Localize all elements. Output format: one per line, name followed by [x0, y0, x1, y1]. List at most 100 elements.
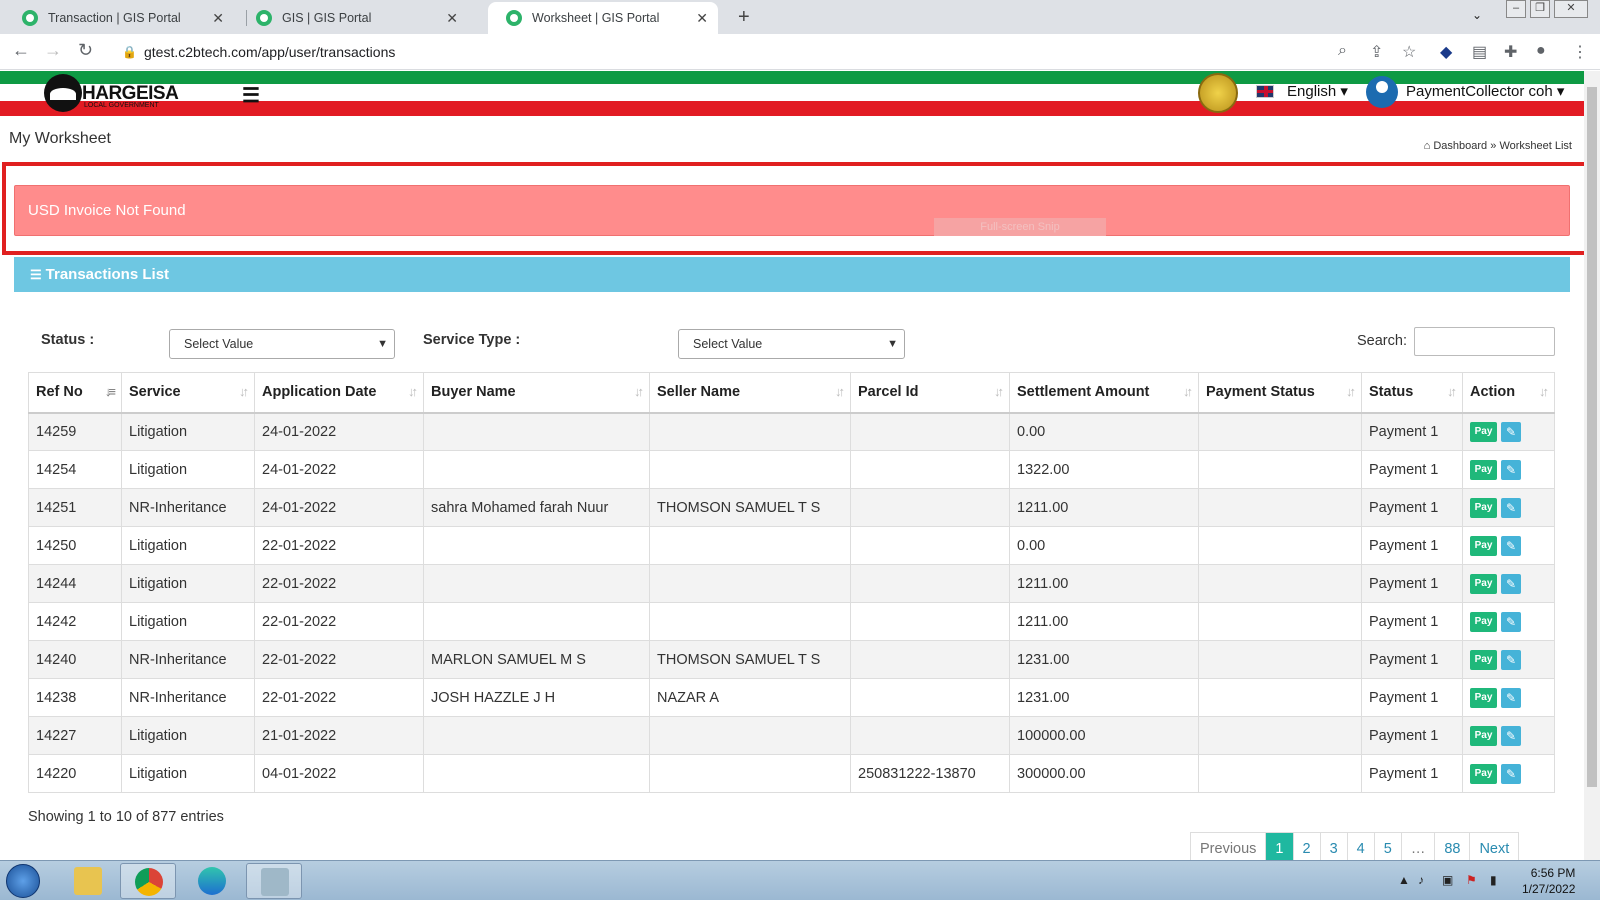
table-cell [423, 716, 650, 755]
column-header[interactable]: Service ↓↑ [121, 372, 255, 414]
close-tab-icon[interactable]: ✕ [696, 2, 708, 34]
edit-icon[interactable]: ✎ [1501, 459, 1521, 480]
page-scrollbar[interactable] [1584, 71, 1600, 860]
column-header[interactable]: Status ↓↑ [1361, 372, 1463, 414]
share-icon[interactable]: ⇪ [1370, 42, 1383, 62]
tray-expand-icon[interactable]: ▲ [1398, 873, 1410, 887]
sort-icon[interactable]: ↓↑ [408, 384, 418, 399]
sort-icon[interactable]: ↓↑ [1346, 384, 1356, 399]
taskbar-file-explorer[interactable] [60, 863, 116, 899]
edit-icon[interactable]: ✎ [1501, 725, 1521, 746]
pay-button[interactable]: Pay [1470, 725, 1497, 746]
close-tab-icon[interactable]: ✕ [446, 2, 458, 34]
minimize-window-icon[interactable]: – [1506, 0, 1526, 18]
portal-favicon-icon [506, 10, 522, 26]
table-cell: Payment 1 [1361, 450, 1463, 489]
edit-icon[interactable]: ✎ [1501, 535, 1521, 556]
action-center-icon[interactable]: ⚑ [1466, 873, 1477, 887]
sort-icon[interactable]: ↓↑ [1447, 384, 1457, 399]
table-cell: JOSH HAZZLE J H [423, 678, 650, 717]
column-header[interactable]: Parcel Id ↓↑ [850, 372, 1010, 414]
taskbar-snipping-tool[interactable] [246, 863, 302, 899]
extension-shield-icon[interactable]: ◆ [1440, 42, 1452, 62]
reload-icon[interactable]: ↻ [78, 40, 93, 61]
column-header[interactable]: Buyer Name ↓↑ [423, 372, 650, 414]
edit-icon[interactable]: ✎ [1501, 687, 1521, 708]
tab-search-chevron-icon[interactable]: ⌄ [1472, 8, 1482, 22]
sort-icon[interactable]: ↓↑ [835, 384, 845, 399]
zoom-icon[interactable]: ⌕ [1338, 42, 1347, 60]
user-avatar[interactable] [1366, 76, 1398, 108]
action-cell: Pay ✎ [1462, 450, 1555, 489]
edit-icon[interactable]: ✎ [1501, 421, 1521, 442]
column-header[interactable]: Ref No ↓≡ [28, 372, 122, 414]
network-icon[interactable]: ▣ [1442, 873, 1453, 887]
pay-button[interactable]: Pay [1470, 611, 1497, 632]
pay-button[interactable]: Pay [1470, 459, 1497, 480]
edit-icon[interactable]: ✎ [1501, 649, 1521, 670]
pay-button[interactable]: Pay [1470, 649, 1497, 670]
close-tab-icon[interactable]: ✕ [212, 2, 224, 34]
bookmark-star-icon[interactable]: ☆ [1402, 42, 1416, 62]
tab-title: Transaction | GIS Portal [48, 11, 181, 25]
snipping-tool-icon [261, 868, 289, 896]
extensions-puzzle-icon[interactable]: ✚ [1504, 42, 1517, 62]
volume-icon[interactable]: ♪ [1418, 873, 1424, 887]
forward-arrow-icon[interactable]: → [44, 40, 62, 61]
taskbar-chrome[interactable] [120, 863, 176, 899]
sort-icon[interactable]: ↓↑ [994, 384, 1004, 399]
status-filter-select[interactable]: Select Value ▼ [169, 329, 395, 359]
menu-dots-icon[interactable]: ⋮ [1572, 42, 1588, 62]
table-cell [1198, 564, 1362, 603]
table-cell [423, 526, 650, 565]
edit-icon[interactable]: ✎ [1501, 573, 1521, 594]
pay-button[interactable]: Pay [1470, 497, 1497, 518]
restore-window-icon[interactable]: ❐ [1530, 0, 1550, 18]
table-cell: 14250 [28, 526, 122, 565]
pay-button[interactable]: Pay [1470, 421, 1497, 442]
service-type-filter-select[interactable]: Select Value ▼ [678, 329, 905, 359]
pay-button[interactable]: Pay [1470, 535, 1497, 556]
table-cell [850, 412, 1010, 451]
sort-icon[interactable]: ↓↑ [634, 384, 644, 399]
breadcrumb-dashboard-link[interactable]: Dashboard [1433, 140, 1487, 152]
sort-icon[interactable]: ↓↑ [1539, 384, 1549, 399]
pay-button[interactable]: Pay [1470, 687, 1497, 708]
column-header[interactable]: Payment Status ↓↑ [1198, 372, 1362, 414]
windows-taskbar: ▲ ♪ ▣ ⚑ ▮ 6:56 PM 1/27/2022 [0, 860, 1600, 900]
sort-icon[interactable]: ↓↑ [1183, 384, 1193, 399]
close-window-icon[interactable]: ✕ [1554, 0, 1588, 18]
extension-clipboard-icon[interactable]: ▤ [1472, 42, 1487, 62]
pay-button[interactable]: Pay [1470, 763, 1497, 784]
edit-icon[interactable]: ✎ [1501, 611, 1521, 632]
sort-icon[interactable]: ↓↑ [239, 384, 249, 399]
edit-icon[interactable]: ✎ [1501, 497, 1521, 518]
browser-tab-active[interactable]: Worksheet | GIS Portal ✕ [488, 2, 718, 34]
column-header[interactable]: Application Date ↓↑ [254, 372, 424, 414]
edit-icon[interactable]: ✎ [1501, 763, 1521, 784]
hamburger-menu-icon[interactable]: ☰ [242, 83, 260, 108]
start-button-icon[interactable] [6, 864, 40, 898]
address-bar[interactable]: 🔒 gtest.c2btech.com/app/user/transaction… [116, 38, 1426, 66]
column-header[interactable]: Seller Name ↓↑ [649, 372, 851, 414]
sort-icon[interactable]: ↓≡ [105, 384, 116, 399]
taskbar-edge[interactable] [184, 863, 240, 899]
search-input[interactable] [1414, 327, 1555, 356]
table-body: 14259 Litigation 24-01-2022 0.00 Payment 1 Pa… [28, 412, 1555, 793]
table-cell [850, 450, 1010, 489]
profile-icon[interactable]: ● [1536, 42, 1546, 60]
new-tab-button[interactable]: + [738, 2, 750, 32]
back-arrow-icon[interactable]: ← [12, 40, 30, 61]
column-header[interactable]: Action ↓↑ [1462, 372, 1555, 414]
pay-button[interactable]: Pay [1470, 573, 1497, 594]
scrollbar-thumb[interactable] [1587, 87, 1597, 787]
hargeisa-logo-icon[interactable] [44, 74, 82, 112]
signal-icon[interactable]: ▮ [1490, 873, 1497, 887]
taskbar-clock[interactable]: 6:56 PM 1/27/2022 [1522, 865, 1575, 897]
browser-tab[interactable]: Transaction | GIS Portal ✕ [4, 2, 234, 34]
language-dropdown[interactable]: English ▾ [1287, 82, 1348, 100]
column-label: Status [1369, 384, 1414, 401]
column-header[interactable]: Settlement Amount ↓↑ [1009, 372, 1199, 414]
browser-tab[interactable]: GIS | GIS Portal ✕ [238, 2, 468, 34]
user-menu-dropdown[interactable]: PaymentCollector coh ▾ [1406, 82, 1564, 100]
